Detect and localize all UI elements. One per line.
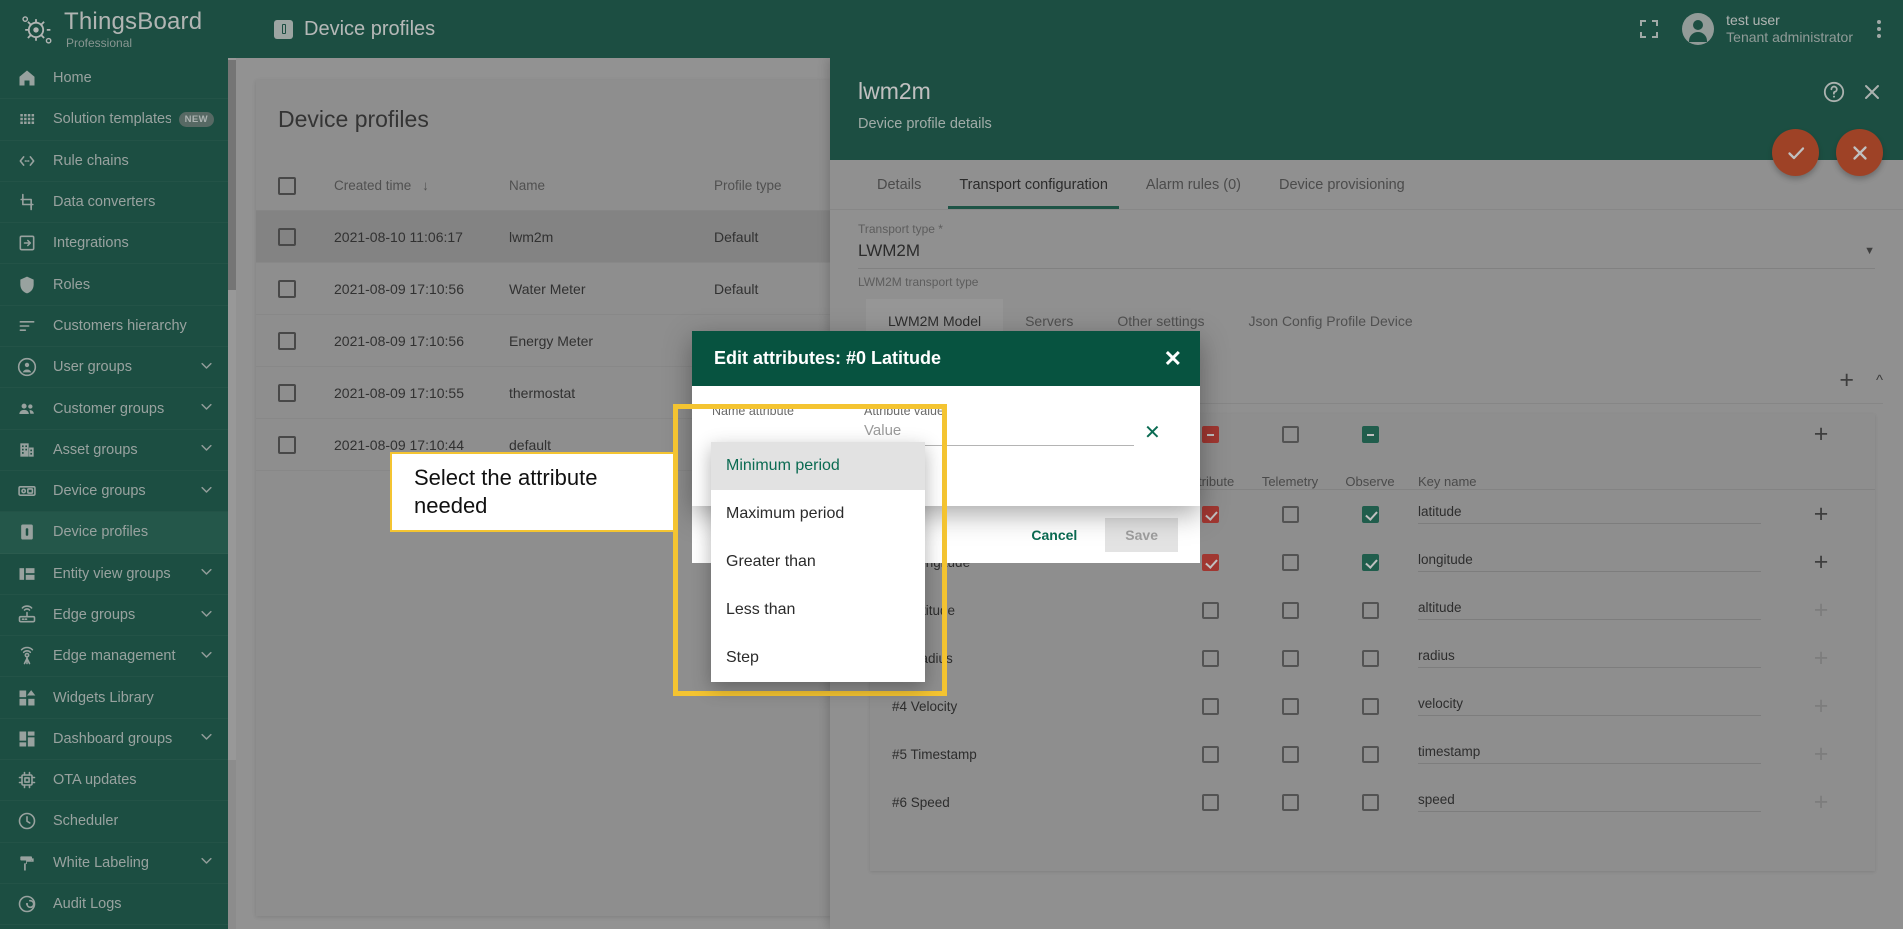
cancel-button[interactable]: Cancel: [1017, 518, 1091, 552]
dropdown-option-greater-than[interactable]: Greater than: [711, 538, 925, 586]
instruction-callout: Select the attribute needed: [390, 452, 675, 532]
modal-header: Edit attributes: #0 Latitude ✕: [692, 331, 1200, 386]
modal-title: Edit attributes: #0 Latitude: [714, 348, 941, 369]
dropdown-option-maximum-period[interactable]: Maximum period: [711, 490, 925, 538]
name-attribute-dropdown: Minimum periodMaximum periodGreater than…: [711, 442, 925, 682]
name-attribute-label: Name attribute: [712, 404, 794, 418]
save-button: Save: [1105, 518, 1178, 552]
dropdown-option-less-than[interactable]: Less than: [711, 586, 925, 634]
dropdown-option-step[interactable]: Step: [711, 634, 925, 682]
dropdown-option-minimum-period[interactable]: Minimum period: [711, 442, 925, 490]
close-icon[interactable]: ✕: [1164, 348, 1182, 370]
attribute-value-label: Attribute value: [864, 404, 944, 418]
clear-icon[interactable]: ✕: [1144, 420, 1161, 445]
